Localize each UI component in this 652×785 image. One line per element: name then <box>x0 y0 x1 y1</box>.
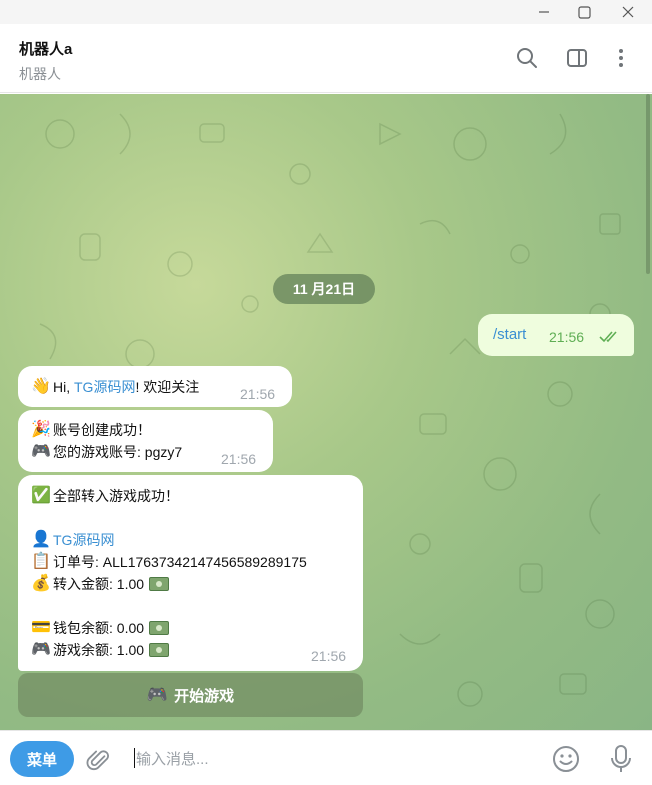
money-bill-icon <box>149 643 170 657</box>
message-line: ✅ 全部转入游戏成功！ <box>31 486 179 506</box>
message-link[interactable]: TG源码网 <box>53 530 114 550</box>
outgoing-message[interactable]: /start 21:56 <box>478 314 634 356</box>
sidebar-panel-icon[interactable] <box>564 45 590 71</box>
text-cursor <box>134 748 135 768</box>
window-titlebar <box>0 0 652 24</box>
message-line: 🎮 您的游戏账号: pgzy7 <box>31 442 182 462</box>
paperclip-icon[interactable] <box>86 746 114 774</box>
message-time: 21:56 <box>549 329 585 345</box>
message-time: 21:56 <box>311 648 347 664</box>
emoji-smile-icon[interactable] <box>552 745 580 773</box>
message-line: 📋 订单号: ALL17637342147456589289175 <box>31 552 307 572</box>
message-time: 21:56 <box>240 386 276 402</box>
message-text: 转入金额: 1.00 <box>53 576 145 592</box>
check-mark-emoji: ✅ <box>31 487 51 504</box>
more-vertical-icon[interactable] <box>608 45 634 71</box>
waving-hand-emoji: 👋 <box>31 378 51 395</box>
button-label: 开始游戏 <box>174 687 235 705</box>
money-bag-emoji: 💰 <box>31 575 51 592</box>
message-text: 钱包余额: 0.00 <box>53 620 145 636</box>
message-text: ! 欢迎关注 <box>135 379 200 395</box>
incoming-message[interactable]: 🎉 账号创建成功！ 🎮 您的游戏账号: pgzy7 21:56 <box>18 410 273 472</box>
message-text: 您的游戏账号: pgzy7 <box>53 444 183 460</box>
menu-button[interactable]: 菜单 <box>10 741 74 777</box>
maximize-icon[interactable] <box>566 0 602 24</box>
game-controller-emoji: 🎮 <box>146 685 169 704</box>
party-popper-emoji: 🎉 <box>31 421 51 438</box>
clipboard-emoji: 📋 <box>31 553 51 570</box>
message-input[interactable] <box>136 745 516 773</box>
message-composer: 菜单 <box>0 730 652 785</box>
chat-subtitle: 机器人 <box>19 66 61 82</box>
game-controller-emoji: 🎮 <box>31 443 51 460</box>
message-text: /start <box>493 326 527 343</box>
start-game-button[interactable]: 🎮 开始游戏 <box>18 673 363 717</box>
message-link[interactable]: TG源码网 <box>74 377 135 397</box>
message-time: 21:56 <box>221 451 257 467</box>
money-bill-icon <box>149 577 170 591</box>
read-double-check-icon <box>599 330 621 348</box>
message-line: 💳 钱包余额: 0.00 <box>31 618 170 638</box>
message-text: 账号创建成功！ <box>53 422 151 438</box>
chat-header[interactable]: 机器人a 机器人 <box>0 24 652 93</box>
game-controller-emoji: 🎮 <box>31 641 51 658</box>
minimize-icon[interactable] <box>526 0 562 24</box>
incoming-message[interactable]: 👋 Hi, TG源码网 ! 欢迎关注 21:56 <box>18 366 292 407</box>
search-icon[interactable] <box>514 45 540 71</box>
message-line: 🎮 游戏余额: 1.00 <box>31 640 170 660</box>
microphone-icon[interactable] <box>608 744 634 774</box>
chat-scrollbar[interactable] <box>646 94 650 274</box>
message-text: 订单号: ALL17637342147456589289175 <box>53 554 307 570</box>
message-line: 💰 转入金额: 1.00 <box>31 574 170 594</box>
message-text: Hi, <box>53 379 74 395</box>
message-line: 🎉 账号创建成功！ <box>31 420 151 440</box>
chat-area[interactable]: 11 月21日 /start 21:56 👋 Hi, TG源码网 ! 欢迎关注 … <box>0 94 652 730</box>
message-line: 👋 Hi, TG源码网 ! 欢迎关注 <box>31 377 199 397</box>
chat-title: 机器人a <box>19 41 73 58</box>
date-separator: 11 月21日 <box>273 274 375 304</box>
money-bill-icon <box>149 621 170 635</box>
close-icon[interactable] <box>610 0 646 24</box>
message-text: 全部转入游戏成功！ <box>53 488 179 504</box>
incoming-message[interactable]: ✅ 全部转入游戏成功！ 👤 TG源码网 📋 订单号: ALL1763734214… <box>18 475 363 671</box>
user-silhouette-emoji: 👤 <box>31 531 51 548</box>
message-text: 游戏余额: 1.00 <box>53 642 145 658</box>
credit-card-emoji: 💳 <box>31 619 51 636</box>
message-line: 👤 TG源码网 <box>31 530 114 550</box>
